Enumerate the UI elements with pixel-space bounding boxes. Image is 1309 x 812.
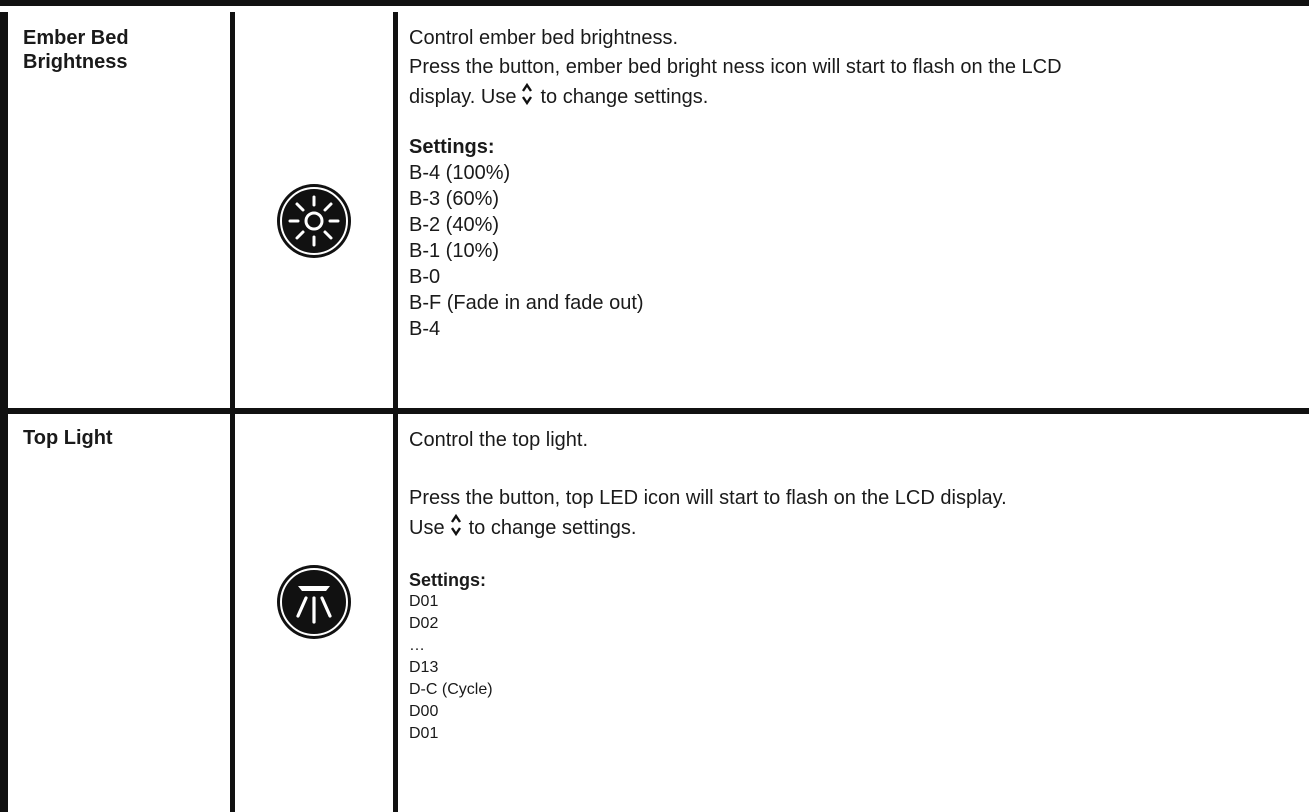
setting-option: B-2 (40%): [409, 214, 500, 236]
up-down-arrows-icon: [450, 513, 461, 537]
sun-brightness-icon: [276, 183, 352, 259]
table-row-ember-bed: Ember Bed Brightness Control ember bed b…: [0, 12, 1309, 408]
setting-option: B-0: [409, 266, 441, 288]
setting-option: D13: [409, 659, 439, 676]
row-label: Ember Bed Brightness: [23, 27, 129, 73]
up-down-arrows-icon: [522, 82, 533, 106]
settings-heading: Settings:: [409, 136, 495, 158]
column-divider: [230, 12, 235, 408]
setting-option: …: [409, 637, 425, 654]
setting-option: D00: [409, 703, 439, 720]
description-text: Use: [409, 517, 445, 539]
description-line: Press the button, top LED icon will star…: [409, 487, 1007, 509]
description-line: Control the top light.: [409, 429, 588, 451]
table-border-left: [0, 414, 8, 812]
setting-option: D01: [409, 725, 439, 742]
setting-option: B-4 (100%): [409, 162, 511, 184]
setting-option: B-4: [409, 318, 441, 340]
row-description: Control ember bed brightness. Press the …: [409, 24, 1289, 342]
description-text: display. Use: [409, 86, 517, 108]
setting-option: B-F (Fade in and fade out): [409, 292, 644, 314]
description-text: to change settings.: [468, 517, 637, 539]
setting-option: B-1 (10%): [409, 240, 500, 262]
table-row-top-light: Top Light Control the top light. Press t…: [0, 408, 1309, 812]
setting-option: D02: [409, 615, 439, 632]
setting-option: D01: [409, 593, 439, 610]
table-border-left: [0, 12, 8, 408]
column-divider: [230, 414, 235, 812]
description-line: Press the button, ember bed bright ness …: [409, 56, 1062, 78]
description-line: Control ember bed brightness.: [409, 27, 679, 49]
column-divider: [393, 12, 398, 408]
settings-heading: Settings:: [409, 570, 487, 590]
row-label: Top Light: [23, 427, 113, 449]
top-light-icon: [276, 564, 352, 640]
description-line: display. Use to change settings.: [409, 82, 1289, 112]
description-text: to change settings.: [540, 86, 709, 108]
setting-option: B-3 (60%): [409, 188, 500, 210]
row-description: Control the top light. Press the button,…: [409, 426, 1289, 745]
settings-table: Ember Bed Brightness Control ember bed b…: [0, 0, 1309, 812]
description-line: Use to change settings.: [409, 513, 1289, 543]
column-divider: [393, 414, 398, 812]
setting-option: D-C (Cycle): [409, 681, 493, 698]
